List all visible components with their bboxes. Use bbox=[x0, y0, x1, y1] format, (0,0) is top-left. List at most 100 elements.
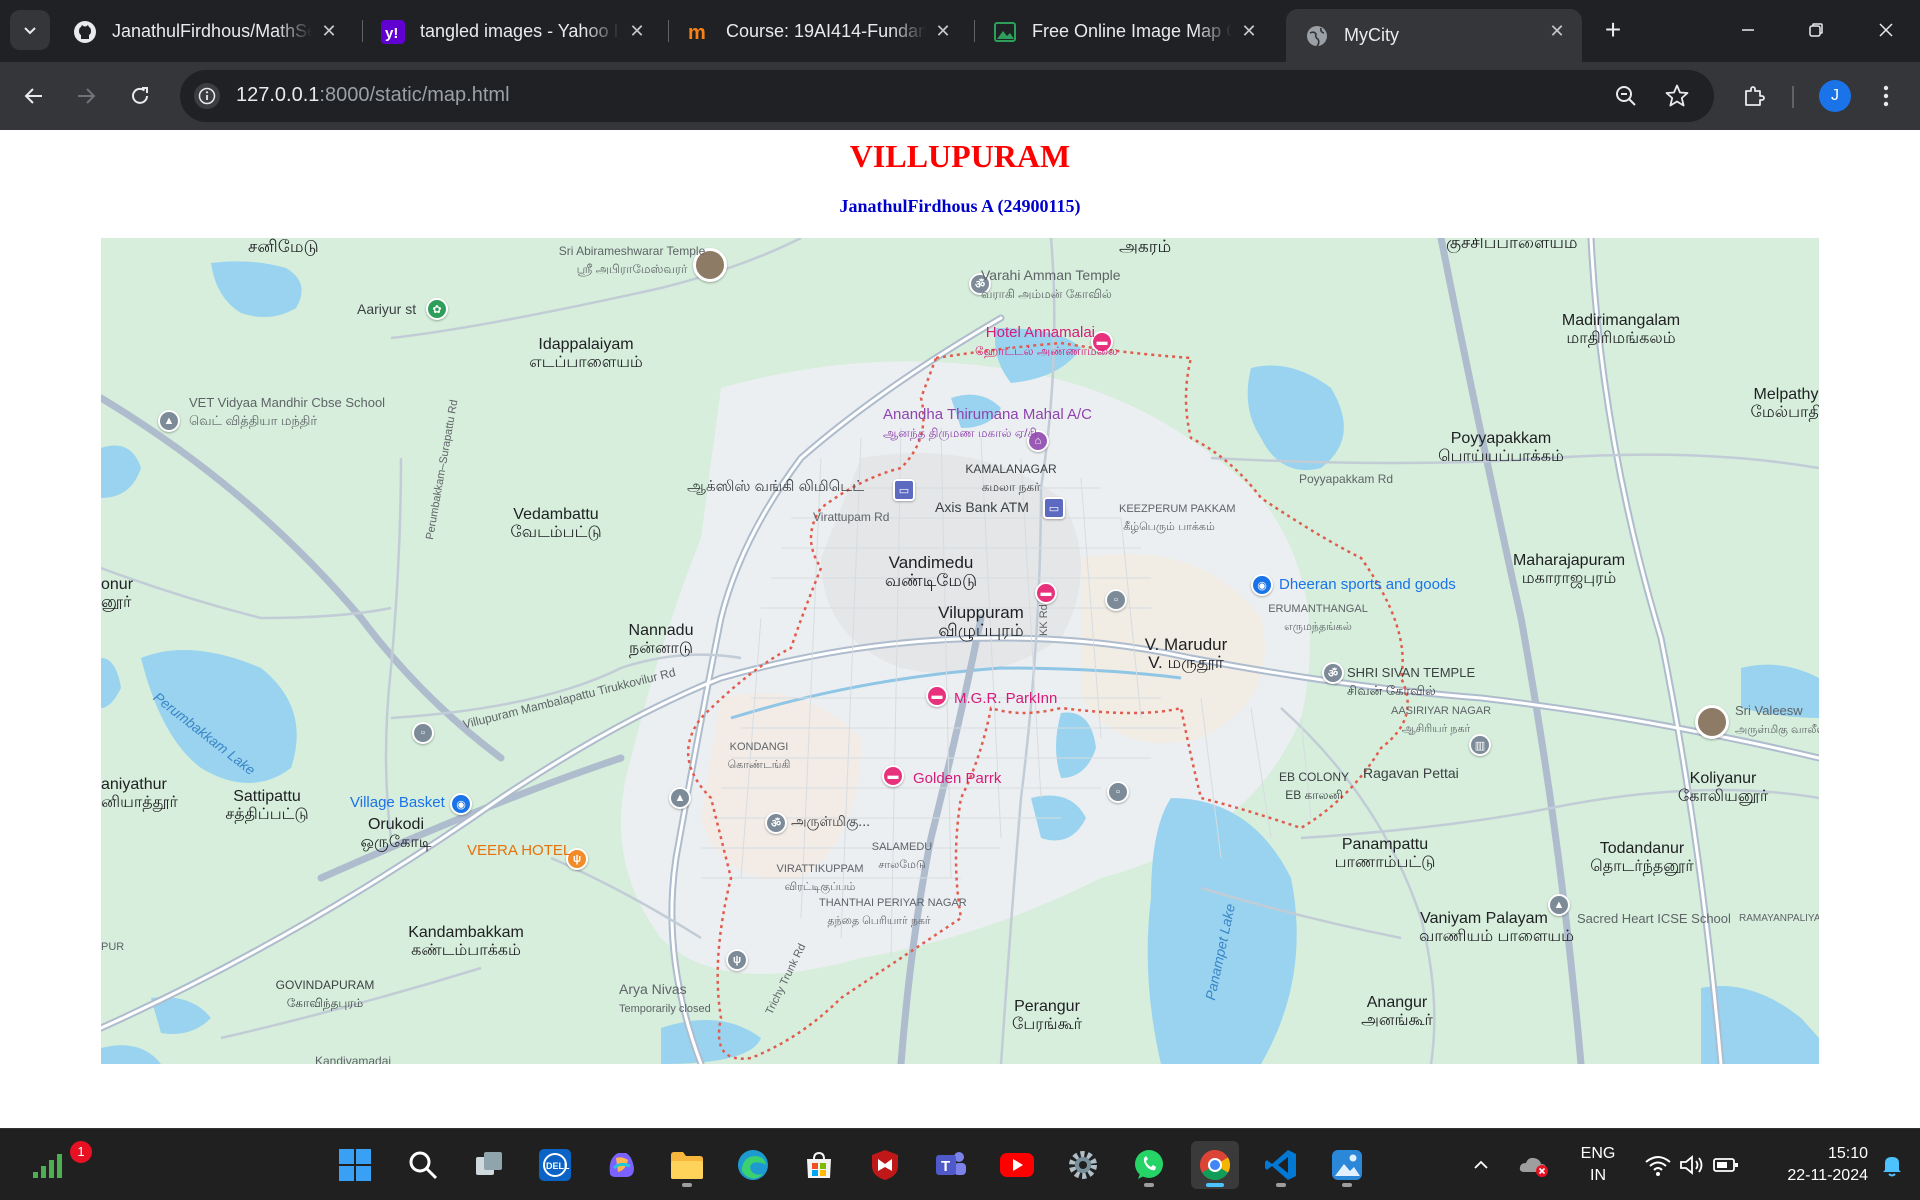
hotel-icon[interactable]: ▬ bbox=[926, 685, 948, 707]
kebab-menu-icon bbox=[1883, 85, 1889, 107]
running-indicator bbox=[1276, 1183, 1286, 1187]
park-icon[interactable]: ✿ bbox=[426, 298, 448, 320]
temple-photo-marker[interactable] bbox=[1695, 705, 1729, 739]
youtube-icon bbox=[1000, 1153, 1034, 1177]
url-text[interactable]: 127.0.0.1:8000/static/map.html bbox=[236, 84, 510, 107]
tab-moodle[interactable]: m Course: 19AI414-Fundam ✕ bbox=[668, 9, 968, 54]
close-icon[interactable]: ✕ bbox=[932, 20, 954, 42]
site-info-icon[interactable] bbox=[194, 83, 220, 109]
map-label: AASIRIYAR NAGAR ஆசிரியர் நகர் bbox=[1391, 705, 1492, 735]
copilot-button[interactable] bbox=[597, 1141, 645, 1189]
temple-icon[interactable]: ॐ bbox=[1322, 662, 1344, 684]
mcafee-button[interactable] bbox=[861, 1141, 909, 1189]
tab-github[interactable]: JanathulFirdhous/MathSe ✕ bbox=[54, 9, 354, 54]
forward-button[interactable] bbox=[66, 76, 106, 116]
wifi-icon bbox=[1645, 1156, 1671, 1176]
whatsapp-button[interactable] bbox=[1125, 1141, 1173, 1189]
settings-button[interactable] bbox=[1059, 1141, 1107, 1189]
map-label: Panampattu பாணாம்பட்டு bbox=[1334, 836, 1436, 871]
page-content: VILLUPURAM JanathulFirdhous A (24900115) bbox=[0, 130, 1920, 1128]
city-map-image[interactable]: ॐ ✿ ▬ ▲ ⌂ ▭ ▭ ◉ ▬ ▫ ॐ ▬ ▫ ▥ ▬ ▲ ▫ ◉ ॐ ψ … bbox=[101, 238, 1819, 1064]
language-indicator[interactable]: ENG IN bbox=[1570, 1143, 1626, 1187]
close-icon[interactable]: ✕ bbox=[626, 20, 648, 42]
temple-icon[interactable]: ॐ bbox=[765, 812, 787, 834]
tab-image-map[interactable]: Free Online Image Map C ✕ bbox=[974, 9, 1274, 54]
school-icon[interactable]: ▲ bbox=[158, 410, 180, 432]
close-icon[interactable]: ✕ bbox=[318, 20, 340, 42]
shopping-cart-icon[interactable]: ◉ bbox=[450, 793, 472, 815]
bus-stop-icon[interactable]: ▫ bbox=[1105, 589, 1127, 611]
map-label: Kandiyamadai bbox=[315, 1054, 392, 1064]
reload-icon bbox=[132, 87, 148, 104]
map-label: Axis Bank ATM bbox=[935, 499, 1029, 515]
atm-icon[interactable]: ▭ bbox=[1043, 497, 1065, 519]
menu-button[interactable] bbox=[1866, 76, 1906, 116]
shopping-icon[interactable]: ◉ bbox=[1251, 574, 1273, 596]
minimize-button[interactable] bbox=[1724, 12, 1772, 48]
reload-button[interactable] bbox=[120, 76, 160, 116]
notifications-button[interactable] bbox=[1872, 1141, 1912, 1189]
dell-icon: DELL bbox=[539, 1149, 571, 1181]
bus-stop-icon[interactable]: ▫ bbox=[412, 722, 434, 744]
map-label: KAMALANAGAR கமலா நகர் bbox=[965, 462, 1057, 494]
youtube-button[interactable] bbox=[993, 1141, 1041, 1189]
photos-button[interactable] bbox=[1323, 1141, 1371, 1189]
close-window-button[interactable] bbox=[1862, 12, 1910, 48]
restore-button[interactable] bbox=[1792, 12, 1840, 48]
moodle-icon: m bbox=[686, 19, 712, 45]
quick-settings-button[interactable] bbox=[1636, 1141, 1748, 1189]
teams-button[interactable]: T bbox=[927, 1141, 975, 1189]
task-view-button[interactable] bbox=[465, 1141, 513, 1189]
running-indicator bbox=[1144, 1183, 1154, 1187]
edge-button[interactable] bbox=[729, 1141, 777, 1189]
signal-bars-icon bbox=[33, 1154, 62, 1178]
tab-yahoo[interactable]: y! tangled images - Yahoo I ✕ bbox=[362, 9, 662, 54]
close-icon[interactable]: ✕ bbox=[1238, 20, 1260, 42]
clock[interactable]: 15:10 22-11-2024 bbox=[1748, 1143, 1868, 1187]
hotel-icon[interactable]: ▬ bbox=[1035, 582, 1057, 604]
search-button[interactable] bbox=[399, 1141, 447, 1189]
map-label: EB COLONY EB காலனி bbox=[1278, 770, 1350, 802]
profile-avatar[interactable]: J bbox=[1819, 80, 1851, 112]
shield-icon bbox=[872, 1150, 898, 1180]
battery-icon bbox=[1713, 1158, 1738, 1172]
start-button[interactable] bbox=[331, 1141, 379, 1189]
store-button[interactable] bbox=[795, 1141, 843, 1189]
school-icon[interactable]: ▲ bbox=[1548, 894, 1570, 916]
chrome-button[interactable] bbox=[1191, 1141, 1239, 1189]
bank-icon[interactable]: ▭ bbox=[893, 479, 915, 501]
bookmark-star-icon[interactable] bbox=[1664, 83, 1690, 114]
show-hidden-icons-button[interactable] bbox=[1466, 1141, 1496, 1189]
url-path: :8000/static/map.html bbox=[319, 84, 510, 106]
zoom-icon[interactable] bbox=[1614, 84, 1638, 113]
school-icon[interactable]: ▲ bbox=[669, 787, 691, 809]
close-icon[interactable]: ✕ bbox=[1546, 20, 1568, 42]
region-code: IN bbox=[1590, 1167, 1606, 1184]
restaurant-icon[interactable]: ψ bbox=[726, 949, 748, 971]
search-icon bbox=[409, 1151, 438, 1180]
extensions-button[interactable] bbox=[1734, 76, 1774, 116]
bus-stop-icon[interactable]: ▫ bbox=[1107, 781, 1129, 803]
dell-app-button[interactable]: DELL bbox=[531, 1141, 579, 1189]
photos-icon bbox=[1332, 1150, 1362, 1180]
map-label: Varahi Amman Temple வராகி அம்மன் கோவில் bbox=[981, 267, 1121, 301]
map-label: Orukodi ஒருகோடி bbox=[360, 816, 432, 851]
network-activity-button[interactable]: 1 bbox=[24, 1141, 92, 1189]
map-label: சனிமேடு bbox=[248, 238, 319, 256]
map-label: Idappalaiyam எடப்பாளையம் bbox=[529, 336, 643, 371]
vscode-icon bbox=[1265, 1150, 1296, 1180]
new-tab-button[interactable]: + bbox=[1596, 14, 1630, 48]
address-bar[interactable]: 127.0.0.1:8000/static/map.html bbox=[180, 70, 1714, 122]
back-button[interactable] bbox=[14, 76, 54, 116]
map-label: Sattipattu சத்திப்பட்டு bbox=[225, 788, 309, 823]
tab-search-button[interactable] bbox=[10, 10, 50, 50]
tab-mycity[interactable]: MyCity ✕ bbox=[1286, 9, 1582, 62]
toolbar-divider bbox=[1792, 86, 1794, 108]
onedrive-button[interactable] bbox=[1514, 1141, 1554, 1189]
map-label: KONDANGI கொண்டங்கி bbox=[727, 741, 791, 771]
file-explorer-button[interactable] bbox=[663, 1141, 711, 1189]
hotel-icon[interactable]: ▬ bbox=[882, 765, 904, 787]
vscode-button[interactable] bbox=[1257, 1141, 1305, 1189]
map-label: Poyyapakkam Rd bbox=[1299, 472, 1394, 486]
map-label: KK Rd bbox=[1038, 604, 1050, 636]
